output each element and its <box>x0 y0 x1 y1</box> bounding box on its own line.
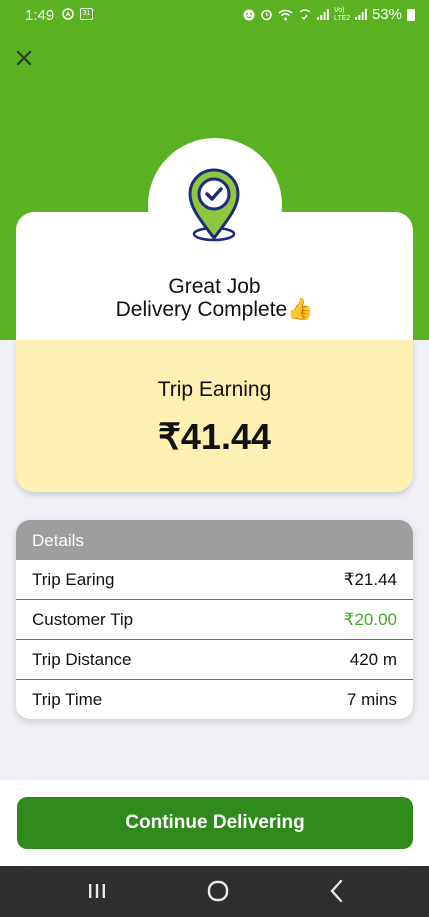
recent-apps-button[interactable] <box>82 876 112 906</box>
details-card: Details Trip Earing ₹21.44 Customer Tip … <box>16 520 413 719</box>
detail-value: 7 mins <box>346 690 397 709</box>
close-icon <box>16 50 32 66</box>
face-icon <box>243 9 255 20</box>
trip-earning-panel: Trip Earning ₹41.44 <box>16 340 413 492</box>
back-icon <box>330 879 343 903</box>
status-right-icons: Vo) LTE2 53% <box>243 6 415 23</box>
trip-earning-label: Trip Earning <box>157 378 272 401</box>
detail-value: 420 m <box>349 649 397 669</box>
detail-value: ₹21.44 <box>343 569 397 589</box>
completion-title-line1: Great Job <box>168 275 261 298</box>
status-time: 1:49 <box>25 7 55 24</box>
location-check-icon <box>188 168 240 242</box>
signal-icon <box>316 9 329 20</box>
volte-label: Vo) LTE2 <box>333 6 351 22</box>
detail-row-trip-time: Trip Time 7 mins <box>16 680 413 719</box>
trip-earning-amount: ₹41.44 <box>158 416 271 457</box>
wifi-icon <box>278 9 293 20</box>
home-icon <box>207 880 229 902</box>
continue-delivering-button[interactable]: Continue Delivering <box>17 797 413 849</box>
alarm-icon <box>261 9 272 21</box>
back-button[interactable] <box>322 876 352 906</box>
detail-label: Trip Earing <box>32 569 115 589</box>
signal-icon-2 <box>354 9 367 20</box>
detail-label: Trip Time <box>32 690 103 709</box>
close-button[interactable] <box>14 48 34 68</box>
status-bar: 1:49 31 Vo) LTE2 53% <box>0 0 429 30</box>
detail-row-customer-tip: Customer Tip ₹20.00 <box>16 600 413 640</box>
battery-percent: 53% <box>371 6 402 23</box>
home-button[interactable] <box>203 876 233 906</box>
detail-row-trip-distance: Trip Distance 420 m <box>16 640 413 680</box>
wifi-call-icon <box>299 8 311 20</box>
recent-apps-icon <box>89 884 105 898</box>
system-navigation-bar <box>0 866 429 917</box>
detail-value-tip: ₹20.00 <box>343 609 397 629</box>
battery-icon <box>407 8 415 21</box>
status-left-icons: 31 <box>62 8 93 20</box>
detail-label: Customer Tip <box>32 609 134 629</box>
detail-label: Trip Distance <box>32 649 132 669</box>
completion-title-line2: Delivery Complete👍 <box>115 298 314 321</box>
details-header: Details <box>16 520 413 560</box>
calendar-icon: 31 <box>80 8 93 20</box>
detail-row-trip-earning: Trip Earing ₹21.44 <box>16 560 413 600</box>
navigation-icon <box>62 8 74 20</box>
